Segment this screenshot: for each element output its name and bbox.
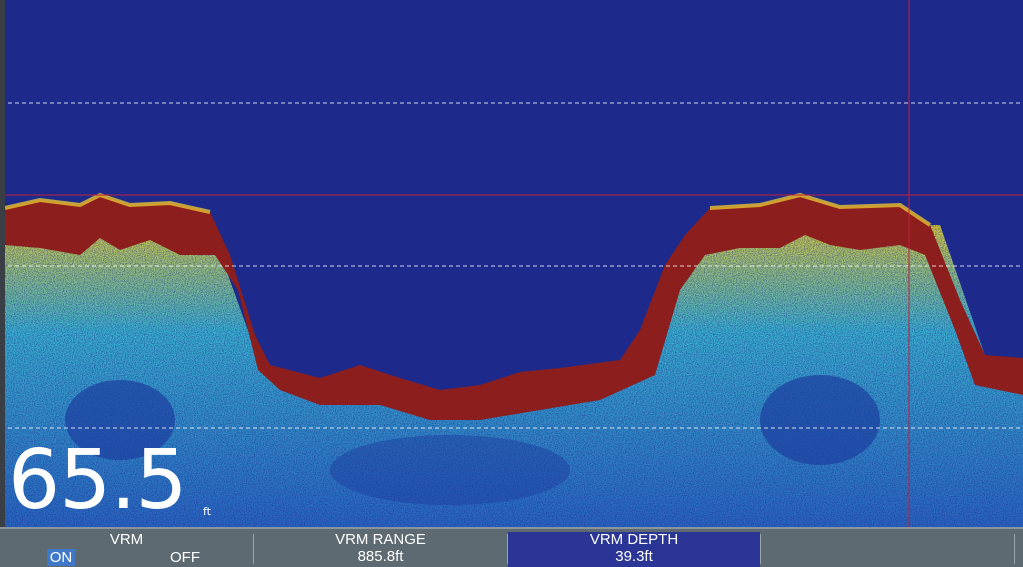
vrm-depth-key[interactable]: VRM DEPTH 39.3ft: [508, 532, 760, 567]
vrm-off-option[interactable]: OFF: [170, 549, 200, 566]
vrm-depth-title: VRM DEPTH: [589, 531, 679, 548]
softkey-bar: VRM ON OFF VRM RANGE 885.8ft VRM DEPTH 3…: [0, 527, 1023, 567]
vrm-range-key[interactable]: VRM RANGE 885.8ft: [254, 532, 507, 567]
vrm-range-value: 885.8ft: [357, 548, 404, 565]
divider: [1014, 534, 1015, 564]
vrm-range-title: VRM RANGE: [335, 531, 426, 548]
vrm-on-option[interactable]: ON: [47, 549, 75, 566]
depth-unit: ft: [203, 505, 211, 518]
empty-softkey[interactable]: [761, 532, 1014, 567]
fishfinder-screen: 65.5 ft VRM ON OFF VRM RANGE 885.8ft VRM…: [0, 0, 1023, 567]
vrm-depth-value: 39.3ft: [615, 548, 653, 565]
vrm-toggle-key[interactable]: VRM ON OFF: [0, 532, 253, 567]
vrm-key-title: VRM: [109, 531, 144, 548]
sonar-echogram-view[interactable]: 65.5 ft: [0, 0, 1023, 527]
depth-readout: 65.5: [8, 433, 188, 527]
